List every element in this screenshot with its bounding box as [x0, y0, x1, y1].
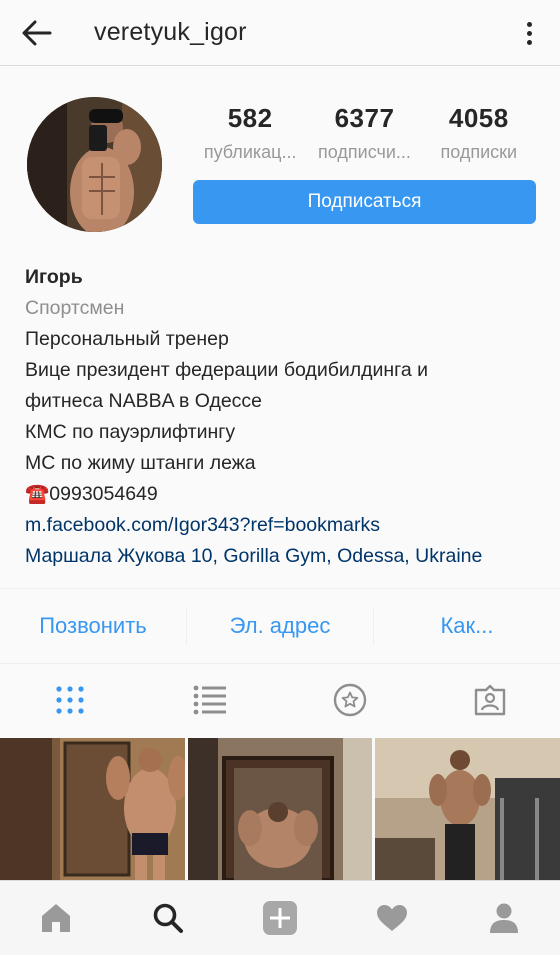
follow-button[interactable]: Подписаться: [193, 180, 536, 224]
heart-icon: [377, 905, 407, 931]
grid-photo[interactable]: [187, 738, 373, 880]
more-vertical-icon: [526, 21, 532, 27]
tab-grid[interactable]: [0, 664, 140, 736]
home-icon: [42, 904, 70, 932]
star-icon: [333, 683, 367, 717]
stat-posts-count: 582: [227, 103, 273, 133]
nav-add[interactable]: [224, 881, 336, 955]
add-icon: [263, 901, 297, 935]
arrow-left-icon: [22, 20, 52, 45]
profile-stats: 582 публикац... 6377 подписчи... 4058 по…: [193, 103, 536, 163]
list-icon: [193, 685, 226, 715]
more-options-button[interactable]: [512, 14, 546, 52]
stat-following[interactable]: 4058 подписки: [422, 103, 536, 163]
search-icon: [153, 903, 183, 933]
telephone-icon: ☎️: [25, 483, 50, 505]
tab-tagged[interactable]: [420, 664, 560, 736]
directions-button[interactable]: Как...: [373, 607, 560, 645]
profile-header: 582 публикац... 6377 подписчи... 4058 по…: [0, 67, 560, 587]
profile-view-tabs: [0, 664, 560, 736]
bio-phone-line: ☎️0993054649: [25, 479, 545, 510]
nav-profile[interactable]: [448, 881, 560, 955]
stat-following-count: 4058: [448, 103, 509, 133]
bottom-navigation: [0, 880, 560, 955]
grid-photo[interactable]: [375, 738, 560, 880]
call-button[interactable]: Позвонить: [0, 607, 186, 645]
profile-name: Игорь: [25, 266, 83, 288]
top-bar: veretyuk_igor: [0, 0, 560, 66]
profile-username: veretyuk_igor: [94, 18, 247, 46]
email-button[interactable]: Эл. адрес: [186, 607, 373, 645]
grid-icon: [56, 686, 84, 714]
nav-search[interactable]: [112, 881, 224, 955]
more-vertical-icon-dot: [526, 30, 532, 36]
back-button[interactable]: [0, 0, 74, 66]
profile-category: Спортсмен: [25, 297, 125, 319]
stat-followers-count: 6377: [334, 103, 395, 133]
grid-photo[interactable]: [0, 738, 185, 880]
stat-following-label: подписки: [440, 142, 518, 162]
photo-grid: [0, 738, 560, 880]
bio-line: фитнеса NABBA в Одессе: [25, 390, 263, 412]
avatar[interactable]: [27, 97, 162, 232]
bio-line: Вице президент федерации бодибилдинга и: [25, 359, 429, 381]
contact-buttons: Позвонить Эл. адрес Как...: [0, 588, 560, 664]
tab-saved[interactable]: [280, 664, 420, 736]
nav-activity[interactable]: [336, 881, 448, 955]
more-vertical-icon-dot: [526, 39, 532, 45]
avatar-photo: [27, 97, 162, 232]
bio-line: Персональный тренер: [25, 328, 229, 350]
profile-bio: Игорь Спортсмен Персональный тренер Вице…: [25, 262, 545, 572]
stat-followers-label: подписчи...: [318, 142, 411, 162]
profile-website-link[interactable]: m.facebook.com/Igor343?ref=bookmarks: [25, 510, 545, 541]
tab-list[interactable]: [140, 664, 280, 736]
stat-posts[interactable]: 582 публикац...: [193, 103, 307, 163]
tagged-icon: [474, 684, 506, 716]
profile-icon: [490, 903, 518, 933]
bio-line: КМС по пауэрлифтингу: [25, 421, 236, 443]
stat-followers[interactable]: 6377 подписчи...: [307, 103, 421, 163]
nav-home[interactable]: [0, 881, 112, 955]
bio-phone: 0993054649: [49, 483, 158, 505]
stat-posts-label: публикац...: [203, 142, 297, 162]
bio-line: МС по жиму штанги лежа: [25, 452, 256, 474]
profile-address-link[interactable]: Маршала Жукова 10, Gorilla Gym, Odessa, …: [25, 541, 545, 572]
